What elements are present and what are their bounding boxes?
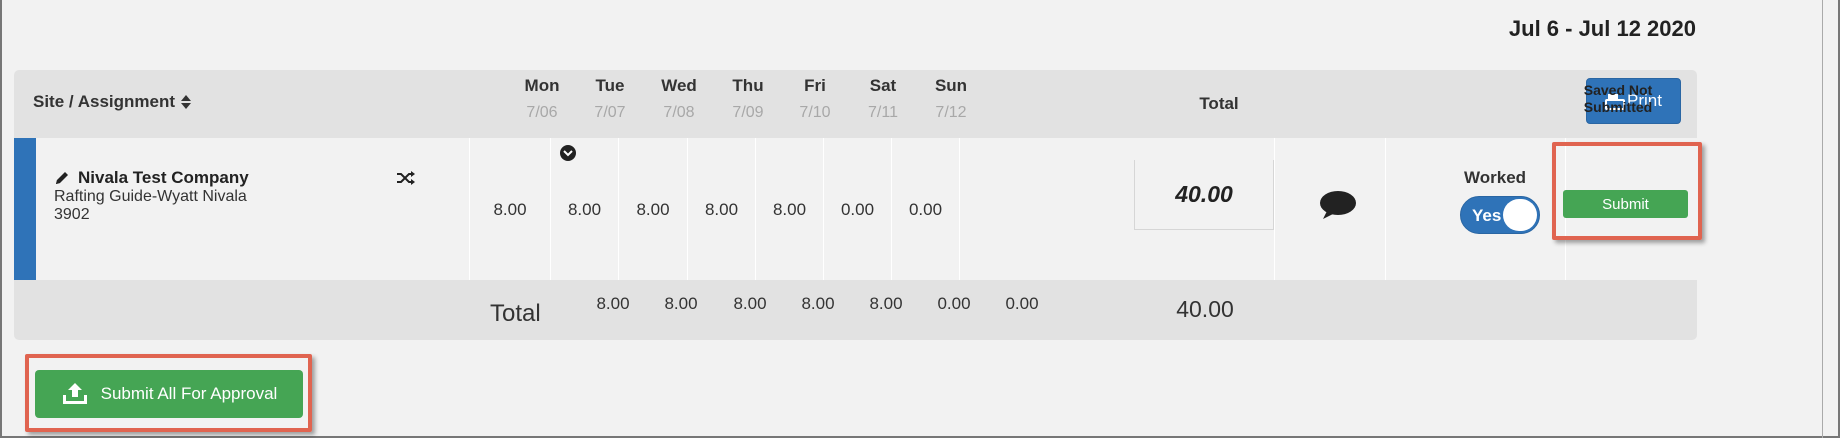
shuffle-icon[interactable] xyxy=(396,170,416,186)
worked-label: Worked xyxy=(1464,168,1527,187)
day-header-sun: Sun 7/12 xyxy=(911,76,991,122)
hours-cell-wed[interactable]: 8.00 xyxy=(619,138,688,280)
status-line-2: Submitted xyxy=(1583,99,1653,115)
footer-hours-sun: 0.00 xyxy=(1005,294,1039,313)
hours-cell-sun[interactable]: 0.00 xyxy=(892,138,960,280)
worked-toggle-label: Yes xyxy=(1472,206,1502,225)
day-name: Sun xyxy=(934,76,968,95)
footer-hours-tue: 8.00 xyxy=(664,294,698,313)
hours-value: 8.00 xyxy=(493,200,527,219)
toggle-knob xyxy=(1503,199,1537,231)
hours-cell-thu[interactable]: 8.00 xyxy=(688,138,756,280)
total-column-header: Total xyxy=(1199,94,1239,113)
table-header-row: Site / Assignment Mon 7/06 Tue 7/07 Wed … xyxy=(14,70,1697,138)
comment-icon[interactable] xyxy=(1319,190,1357,220)
company-edit-link[interactable]: Nivala Test Company xyxy=(54,168,249,188)
submit-all-label: Submit All For Approval xyxy=(100,384,278,403)
day-date: 7/12 xyxy=(935,104,967,121)
hours-value: 8.00 xyxy=(772,200,807,219)
scroll-divider xyxy=(1822,0,1823,438)
entry-status: Saved Not Submitted xyxy=(1556,82,1680,116)
hours-cell-fri[interactable]: 8.00 xyxy=(756,138,824,280)
timesheet-entry-row: Nivala Test Company Rafting Guide-Wyatt … xyxy=(14,138,1697,280)
submit-highlight-box xyxy=(1552,142,1702,240)
site-assignment-label: Site / Assignment xyxy=(33,92,176,111)
hours-cell-sat[interactable]: 0.00 xyxy=(824,138,892,280)
hours-value: 8.00 xyxy=(567,200,602,219)
hours-value: 8.00 xyxy=(636,200,670,219)
status-line-1: Saved Not xyxy=(1583,82,1653,98)
hours-value: 0.00 xyxy=(840,200,875,219)
footer-grand-total: 40.00 xyxy=(1176,296,1234,322)
assignment-details: Rafting Guide-Wyatt Nivala 3902 xyxy=(54,188,247,224)
day-name: Wed xyxy=(661,76,697,95)
entry-total: 40.00 xyxy=(1134,160,1274,230)
day-header-wed: Wed 7/08 xyxy=(639,76,719,122)
day-header-tue: Tue 7/07 xyxy=(570,76,650,122)
day-name: Tue xyxy=(595,76,625,95)
sort-icon xyxy=(181,94,192,110)
submit-all-for-approval-button[interactable]: Submit All For Approval xyxy=(35,370,303,418)
site-assignment-sort-header[interactable]: Site / Assignment xyxy=(33,92,192,112)
assignment-id: 3902 xyxy=(54,206,90,223)
worked-toggle[interactable]: Yes xyxy=(1460,196,1540,234)
hours-value: 0.00 xyxy=(908,200,943,219)
week-range-title: Jul 6 - Jul 12 2020 xyxy=(1508,16,1696,41)
hours-cell-tue[interactable]: 8.00 xyxy=(551,138,619,280)
pencil-icon xyxy=(56,172,68,184)
upload-icon xyxy=(62,383,87,404)
hours-value: 8.00 xyxy=(704,200,739,219)
day-date: 7/08 xyxy=(663,104,695,121)
footer-total-label: Total xyxy=(490,300,541,327)
company-name: Nivala Test Company xyxy=(78,168,249,187)
assignment-name: Rafting Guide-Wyatt Nivala xyxy=(54,188,247,205)
hours-cell-mon[interactable]: 8.00 xyxy=(469,138,551,280)
entry-color-bar xyxy=(14,138,36,280)
day-date: 7/07 xyxy=(594,104,626,121)
